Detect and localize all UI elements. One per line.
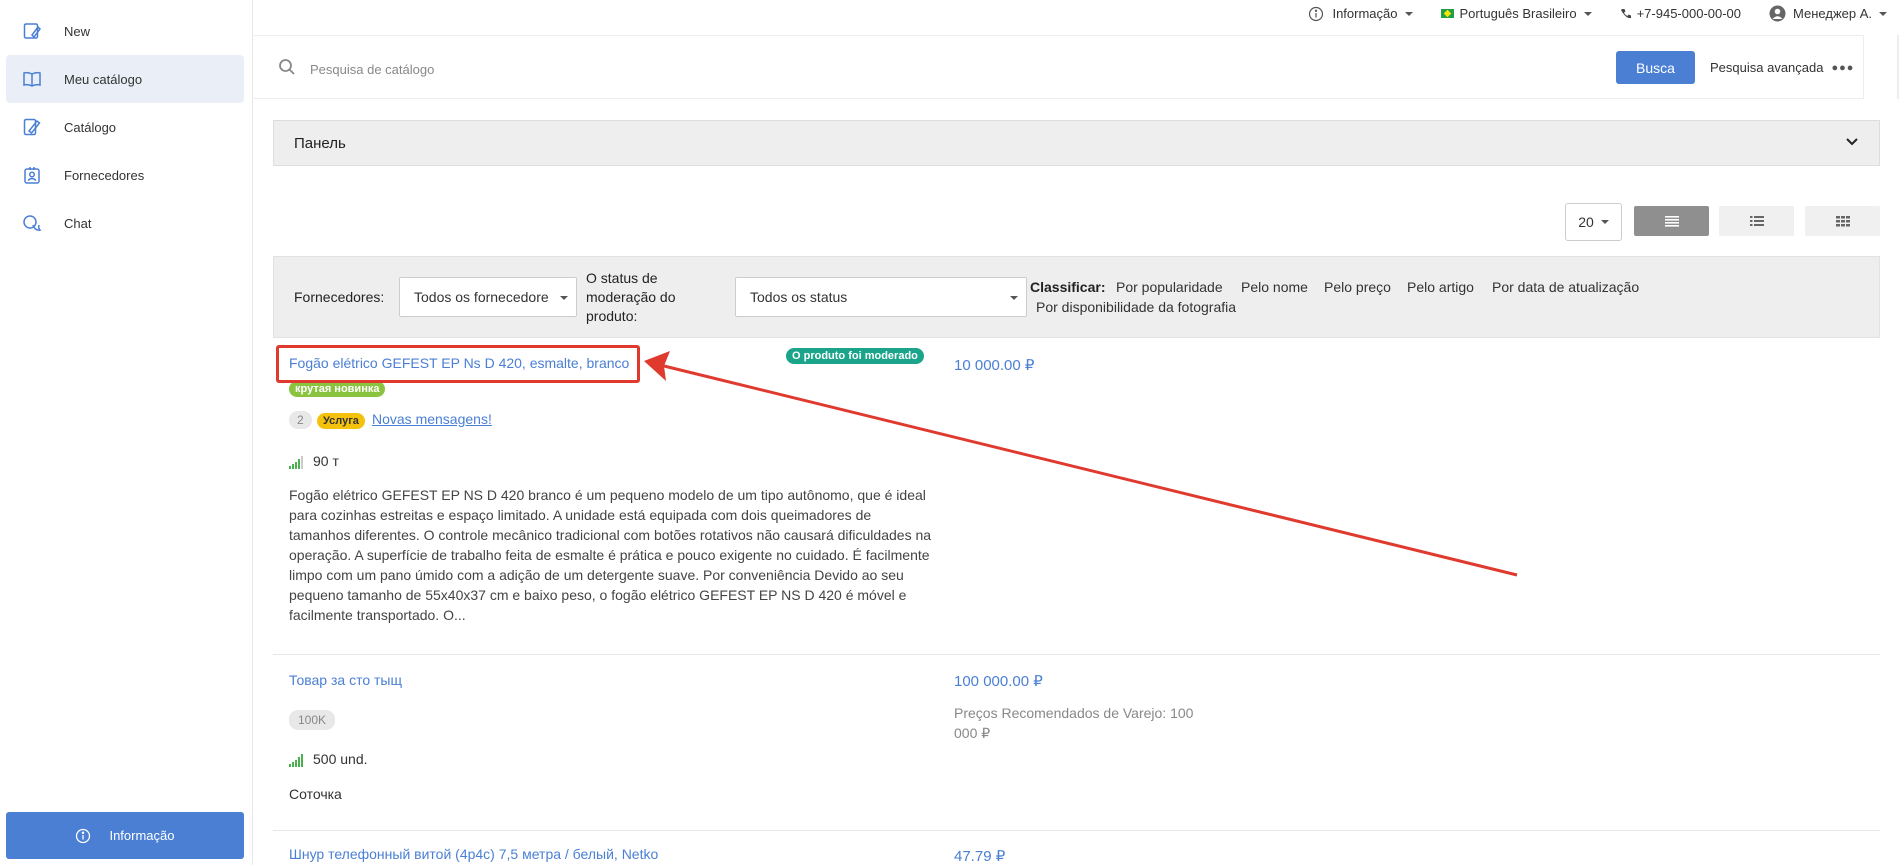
advanced-search-label: Pesquisa avançada [1710,60,1824,75]
sidebar-item-chat[interactable]: Chat [6,199,244,247]
sort-by-popularity[interactable]: Por popularidade [1116,279,1223,295]
sidebar-item-label: Chat [64,215,92,231]
service-badge: Услуга [317,413,365,429]
moderation-status-label-line1: O status de [586,270,658,286]
moderation-status-value: Todos os status [750,289,848,305]
recommended-retail-price: Preços Recomendados de Varejo: 100 000 ₽ [954,703,1214,743]
view-list-button[interactable] [1719,206,1794,236]
new-catalog-icon [22,21,42,41]
info-menu-label: Informação [1332,6,1398,21]
chevron-down-icon [560,296,568,300]
list-icon [1749,216,1764,226]
per-page-value: 20 [1578,214,1594,230]
product-row: Fogão elétrico GEFEST EP Ns D 420, esmal… [273,339,1880,655]
stock-level-icon [289,754,304,767]
brazil-flag-icon [1440,9,1454,18]
info-icon [76,828,91,843]
panel-title: Панель [294,134,346,152]
product-title-link[interactable]: Fogão elétrico GEFEST EP Ns D 420, esmal… [289,355,629,371]
top-bar: Informação Português Brasileiro +7-945-0… [254,0,1899,27]
product-description: Fogão elétrico GEFEST EP NS D 420 branco… [289,487,932,623]
stock-indicator: 500 und. [289,751,368,767]
sort-by-photo-availability[interactable]: Por disponibilidade da fotografia [1036,299,1236,315]
suppliers-filter-select[interactable]: Todos os fornecedore [399,277,577,317]
info-button-label: Informação [109,828,175,843]
info-button[interactable]: Informação [6,812,244,859]
stock-quantity: 90 т [313,453,339,469]
search-bar: Busca Pesquisa avançada ●●● [254,35,1864,99]
product-title-link[interactable]: Шнур телефонный витой (4p4c) 7,5 метра /… [289,846,658,862]
moderation-status-label-line2: moderação do [586,289,676,305]
book-icon [22,69,42,89]
sort-by-price[interactable]: Pelo preço [1324,279,1391,295]
rrp-line-1: Preços Recomendados de Varejo: 100 [954,705,1194,721]
search-icon [279,59,295,75]
sidebar-item-suppliers[interactable]: Fornecedores [6,151,244,199]
message-count-pill: 2 [289,411,312,429]
catalog-icon [22,117,42,137]
product-price: 100 000.00 ₽ [954,673,1043,690]
chevron-down-icon [1879,11,1887,16]
product-title-link[interactable]: Товар за сто тыщ [289,672,402,688]
moderation-status-select[interactable]: Todos os status [735,277,1027,317]
sort-by-name[interactable]: Pelo nome [1241,279,1308,295]
chevron-down-icon [1846,138,1858,146]
view-compact-list-button[interactable] [1634,206,1709,236]
stock-level-icon [289,456,304,469]
product-tag: крутая новинка [289,381,386,397]
sidebar-item-my-catalog[interactable]: Meu catálogo [6,55,244,103]
phone-icon [1620,8,1631,18]
advanced-search-link[interactable]: Pesquisa avançada ●●● [1710,60,1854,75]
compact-list-icon [1664,216,1679,227]
supplier-badge-icon [22,165,42,185]
product-row: Товар за сто тыщ 100 000.00 ₽ 100K Preço… [273,655,1880,831]
info-menu[interactable]: Informação [1308,6,1413,22]
info-icon [1309,6,1324,21]
sidebar-item-label: New [64,23,91,39]
view-grid-button[interactable] [1805,206,1880,236]
chevron-down-icon [1010,296,1018,300]
chat-icon [22,213,42,233]
rrp-line-2: 000 ₽ [954,725,991,741]
moderated-badge: O produto foi moderado [786,348,924,364]
user-name: Менеджер А. [1793,6,1872,21]
user-avatar-icon [1769,5,1786,22]
sidebar-item-catalog[interactable]: Catálogo [6,103,244,151]
suppliers-filter-value: Todos os fornecedore [414,289,549,305]
sort-by-article[interactable]: Pelo artigo [1407,279,1474,295]
sidebar-item-label: Fornecedores [64,167,145,183]
sidebar: New Meu catálogo Catálogo Fornecedores C… [0,0,253,865]
user-menu[interactable]: Менеджер А. [1769,5,1887,22]
product-tag: 100K [289,710,336,730]
product-row: Шнур телефонный витой (4p4c) 7,5 метра /… [273,831,1880,865]
more-dots-icon: ●●● [1831,61,1855,74]
product-note: Соточка [289,786,342,802]
language-label: Português Brasileiro [1459,6,1577,21]
suppliers-filter-label: Fornecedores: [294,289,385,305]
per-page-select[interactable]: 20 [1565,203,1622,241]
panel-accordion[interactable]: Панель [273,120,1880,166]
sidebar-item-label: Meu catálogo [64,71,143,87]
product-price: 10 000.00 ₽ [954,357,1035,374]
stock-indicator: 90 т [289,453,339,469]
search-button[interactable]: Busca [1616,51,1695,84]
stock-quantity: 500 und. [313,751,368,767]
sidebar-item-label: Catálogo [64,119,117,135]
chevron-down-icon [1404,11,1413,16]
sort-by-update-date[interactable]: Por data de atualização [1492,279,1639,295]
new-messages-link[interactable]: Novas mensagens! [372,411,492,427]
search-input[interactable] [310,56,1310,82]
sidebar-item-new[interactable]: New [6,7,244,55]
phone-link[interactable]: +7-945-000-00-00 [1620,6,1741,21]
language-menu[interactable]: Português Brasileiro [1440,6,1592,21]
phone-number: +7-945-000-00-00 [1636,6,1742,21]
chevron-down-icon [1600,220,1609,224]
filter-bar: Fornecedores: Todos os fornecedore O sta… [273,256,1880,338]
moderation-status-label-line3: produto: [586,308,638,324]
product-price: 47.79 ₽ [954,848,1006,865]
grid-icon [1835,216,1850,227]
sort-label: Classificar: [1030,279,1106,295]
chevron-down-icon [1583,11,1592,16]
